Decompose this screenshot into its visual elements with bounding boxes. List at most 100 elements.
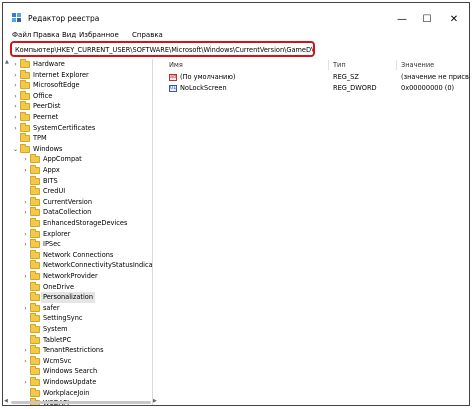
value-type: REG_SZ (333, 73, 359, 81)
tree-item-label: Internet Explorer (33, 70, 89, 79)
menu-file[interactable]: Файл (12, 31, 31, 39)
tree-scroll-left-icon[interactable]: ◀ (4, 398, 8, 404)
tree-item[interactable]: › Explorer (3, 228, 152, 240)
column-value[interactable]: Значение (401, 61, 434, 69)
tree-item[interactable]: › PeerDist (3, 101, 152, 112)
minimize-button[interactable]: — (391, 11, 413, 27)
tree-item-label: Windows Search (43, 367, 98, 376)
tree-item[interactable]: TabletPC (3, 334, 152, 346)
key-tree-pane[interactable]: › Hardware › Internet Explorer › MicrosoftEdg… (3, 59, 153, 405)
tree-item-label: Office (33, 91, 53, 100)
expand-chevron-icon[interactable]: › (22, 207, 29, 218)
expand-chevron-icon[interactable]: › (22, 154, 29, 165)
tree-item[interactable]: NetworkConnectivityStatusIndicator (3, 260, 152, 271)
tree-item[interactable]: › Appx (3, 165, 152, 176)
tree-item[interactable]: Windows Search (3, 366, 152, 377)
tree-item[interactable]: Personalization (3, 292, 152, 304)
folder-icon (20, 69, 30, 79)
tree-item[interactable]: CredUI (3, 186, 152, 197)
column-name[interactable]: Имя (169, 61, 183, 69)
tree-item-label: OneDrive (43, 282, 75, 291)
menu-favorites[interactable]: Избранное (79, 31, 119, 39)
tree-item-label: TabletPC (43, 335, 72, 344)
values-pane[interactable]: Имя Тип Значение (По умолчанию) REG_SZ (зн… (166, 59, 469, 405)
expand-chevron-icon[interactable]: › (22, 377, 29, 388)
tree-item-label: Personalization (41, 292, 95, 304)
tree-item[interactable]: WorkplaceJoin (3, 387, 152, 399)
column-type[interactable]: Тип (333, 61, 346, 69)
tree-item[interactable]: ⌄ Windows (3, 143, 152, 155)
expand-chevron-icon[interactable]: › (12, 101, 19, 112)
window-title: Редактор реестра (28, 14, 100, 23)
folder-icon (30, 175, 40, 185)
tree-item-label: WorkplaceJoin (43, 388, 90, 397)
tree-item[interactable]: › WcmSvc (3, 355, 152, 367)
menu-help[interactable]: Справка (132, 31, 163, 39)
expand-chevron-icon[interactable]: › (22, 229, 29, 240)
expand-chevron-icon[interactable]: › (22, 345, 29, 356)
value-row[interactable]: NoLockScreen REG_DWORD 0x00000000 (0) (166, 83, 469, 94)
tree-item-label: WindowsUpdate (43, 378, 97, 386)
registry-editor-window: Редактор реестра — ☐ ✕ Файл Правка Вид И… (2, 2, 470, 406)
expand-chevron-icon[interactable]: › (12, 112, 19, 123)
expand-chevron-icon[interactable]: › (12, 80, 19, 91)
expand-chevron-icon[interactable]: › (12, 91, 19, 102)
tree-item[interactable]: › DataCollection (3, 207, 152, 218)
expand-chevron-icon[interactable]: ⌄ (12, 144, 19, 155)
tree-item[interactable]: Network Connections (3, 249, 152, 261)
folder-icon (30, 260, 40, 270)
tree-item-label: CurrentVersion (43, 197, 93, 206)
tree-item[interactable]: › MicrosoftEdge (3, 80, 152, 91)
value-row[interactable]: (По умолчанию) REG_SZ (значение не присвое… (166, 72, 469, 83)
tree-item[interactable]: › Internet Explorer (3, 69, 152, 81)
tree-item[interactable]: BITS (3, 175, 152, 187)
folder-icon (30, 228, 40, 238)
column-divider[interactable] (396, 60, 397, 70)
tree-horizontal-scrollbar[interactable] (11, 401, 151, 404)
expand-chevron-icon[interactable]: › (22, 239, 29, 250)
expand-chevron-icon[interactable]: › (22, 271, 29, 282)
tree-scroll-up-icon[interactable]: ▲ (5, 59, 9, 65)
tree-item[interactable]: › NetworkProvider (3, 271, 152, 282)
tree-item[interactable]: SettingSync (3, 313, 152, 324)
tree-item[interactable]: › WindowsUpdate (3, 377, 152, 388)
folder-icon (30, 154, 40, 164)
tree-item[interactable]: OneDrive (3, 281, 152, 293)
menu-view[interactable]: Вид (62, 31, 76, 39)
address-bar[interactable]: Компьютер\HKEY_CURRENT_USER\SOFTWARE\Mic… (10, 41, 315, 57)
tree-item[interactable]: › Office (3, 90, 152, 102)
expand-chevron-icon[interactable]: › (22, 356, 29, 367)
tree-item[interactable]: EnhancedStorageDevices (3, 218, 152, 229)
tree-item[interactable]: › IPSec (3, 239, 152, 250)
tree-item[interactable]: › CurrentVersion (3, 196, 152, 208)
value-data: (значение не присвоено) (401, 73, 469, 81)
expand-chevron-icon[interactable]: › (22, 197, 29, 208)
tree-item-label: NetworkProvider (43, 272, 98, 280)
tree-item[interactable]: › Hardware (3, 59, 152, 70)
expand-chevron-icon[interactable]: › (12, 123, 19, 134)
tree-item[interactable]: › AppCompat (3, 154, 152, 165)
value-type: REG_DWORD (333, 84, 377, 92)
folder-icon (30, 271, 40, 280)
column-divider[interactable] (328, 60, 329, 70)
folder-icon (20, 101, 30, 111)
tree-item[interactable]: › Peernet (3, 112, 152, 123)
close-button[interactable]: ✕ (443, 11, 465, 27)
tree-item[interactable]: TPM (3, 133, 152, 144)
folder-icon (30, 196, 40, 206)
tree-item[interactable]: › TenantRestrictions (3, 345, 152, 356)
tree-scroll-right-icon[interactable]: ▶ (153, 398, 157, 404)
menu-edit[interactable]: Правка (33, 31, 60, 39)
expand-chevron-icon[interactable]: › (12, 70, 19, 81)
maximize-button[interactable]: ☐ (416, 11, 438, 27)
title-bar[interactable]: Редактор реестра — ☐ ✕ (3, 3, 469, 33)
expand-chevron-icon[interactable]: › (22, 165, 29, 176)
value-name: (По умолчанию) (180, 73, 236, 81)
folder-icon (30, 377, 40, 386)
tree-item[interactable]: System (3, 324, 152, 335)
tree-item[interactable]: › SystemCertificates (3, 122, 152, 134)
expand-chevron-icon[interactable]: › (22, 303, 29, 314)
tree-item[interactable]: › safer (3, 302, 152, 314)
folder-icon (20, 133, 30, 143)
expand-chevron-icon[interactable]: › (12, 59, 19, 70)
